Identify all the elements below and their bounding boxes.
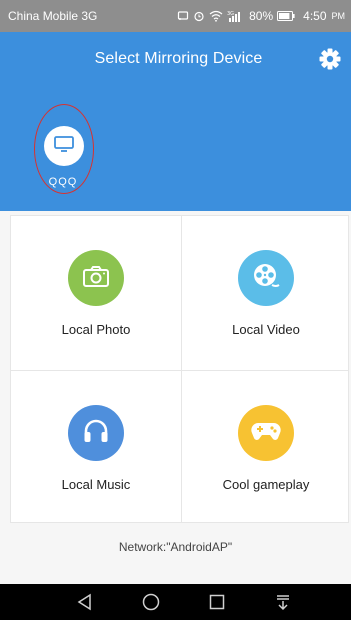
device-item[interactable]: QQQ [32, 106, 94, 198]
clock-ampm: PM [331, 11, 346, 21]
gamepad-icon [249, 419, 283, 448]
device-name: QQQ [48, 176, 78, 188]
app-header: Select Mirroring Device [0, 32, 351, 86]
cool-gameplay-tile[interactable]: Cool gameplay [181, 371, 351, 525]
camera-icon [81, 264, 111, 293]
local-photo-label: Local Photo [61, 322, 131, 337]
status-bar: China Mobile 3G 3G 80% 4:50 PM [0, 0, 351, 32]
navigation-bar [0, 584, 351, 620]
settings-button[interactable] [317, 46, 343, 72]
local-photo-tile[interactable]: Local Photo [11, 216, 181, 370]
tv-icon [53, 135, 75, 158]
home-circle-icon [140, 593, 162, 616]
carrier-name: China Mobile 3G [8, 9, 98, 23]
back-triangle-icon [74, 593, 96, 616]
recents-square-icon [206, 594, 228, 616]
device-icon-circle [44, 126, 84, 166]
local-video-label: Local Video [232, 322, 300, 337]
recents-button[interactable] [206, 592, 228, 612]
headphones-icon [81, 417, 111, 450]
signal-icon: 3G [227, 10, 243, 23]
device-list-panel: QQQ [0, 86, 351, 211]
feature-grid: Local Photo Local Video Local Music Cool… [10, 215, 349, 523]
gear-icon [317, 48, 343, 76]
battery-icon [277, 11, 295, 21]
alarm-icon [193, 10, 205, 22]
home-button[interactable] [140, 592, 162, 612]
screen-cast-icon [177, 10, 189, 22]
cool-gameplay-icon-circle [238, 405, 294, 461]
phone-screen: China Mobile 3G 3G 80% 4:50 PM Select Mir… [0, 0, 351, 620]
status-icons: 3G 80% 4:50 PM [177, 9, 345, 23]
local-music-tile[interactable]: Local Music [11, 371, 181, 525]
back-button[interactable] [74, 592, 96, 612]
network-status: Network:"AndroidAP" [118, 540, 233, 554]
local-music-label: Local Music [61, 477, 131, 492]
local-photo-icon-circle [68, 250, 124, 306]
battery-percent: 80% [249, 9, 274, 23]
local-video-icon-circle [238, 250, 294, 306]
notification-pull-button[interactable] [272, 592, 294, 612]
local-music-icon-circle [68, 405, 124, 461]
cool-gameplay-label: Cool gameplay [222, 477, 310, 492]
wifi-icon [209, 10, 223, 22]
film-reel-icon [250, 260, 282, 297]
clock-time: 4:50 [303, 9, 327, 23]
pull-down-icon [272, 595, 294, 616]
page-title: Select Mirroring Device [94, 50, 263, 67]
local-video-tile[interactable]: Local Video [181, 216, 351, 370]
